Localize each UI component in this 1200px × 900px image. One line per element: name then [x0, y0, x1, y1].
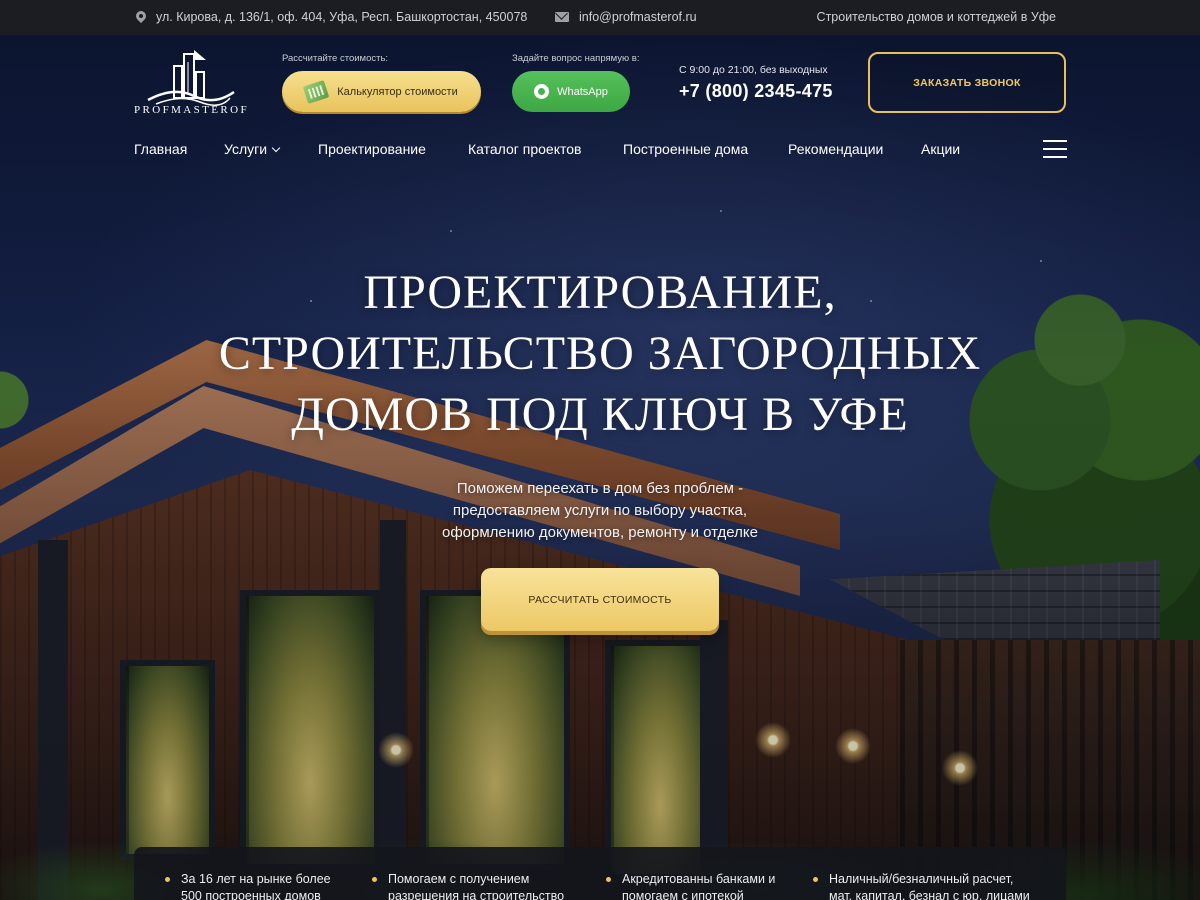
hero-title: ПРОЕКТИРОВАНИЕ, СТРОИТЕЛЬСТВО ЗАГОРОДНЫХ…	[100, 262, 1100, 445]
hero-subtitle: Поможем переехать в дом без проблем - пр…	[350, 478, 850, 544]
bullet-dot-icon	[372, 877, 377, 882]
phone-number[interactable]: +7 (800) 2345-475	[679, 81, 833, 102]
envelope-icon	[555, 12, 569, 22]
calculator-icon	[303, 79, 330, 104]
hamburger-menu-icon[interactable]	[1043, 140, 1067, 159]
location-pin-icon	[136, 11, 146, 24]
whatsapp-icon	[534, 84, 550, 99]
feature-item: Акредитованны банками и помогаем с ипоте…	[606, 871, 775, 900]
hero-title-line: СТРОИТЕЛЬСТВО ЗАГОРОДНЫХ	[218, 327, 982, 380]
hero-title-line: ПРОЕКТИРОВАНИЕ,	[363, 266, 837, 319]
logo[interactable]: PROFMASTEROF	[134, 46, 249, 118]
logo-text: PROFMASTEROF	[134, 104, 249, 116]
nav-item-built-houses[interactable]: Построенные дома	[623, 141, 748, 157]
nav-item-services[interactable]: Услуги	[224, 141, 281, 157]
nav-item-home[interactable]: Главная	[134, 141, 187, 157]
bullet-dot-icon	[813, 877, 818, 882]
order-callback-button[interactable]: ЗАКАЗАТЬ ЗВОНОК	[868, 52, 1066, 113]
nav-item-catalog[interactable]: Каталог проектов	[468, 141, 581, 157]
whatsapp-label: Задайте вопрос напрямую в:	[512, 53, 640, 64]
bullet-dot-icon	[165, 877, 170, 882]
logo-building-icon	[147, 50, 235, 106]
hero-subtitle-line: оформлению документов, ремонту и отделке	[442, 524, 758, 541]
calc-label: Рассчитайте стоимость:	[282, 53, 389, 64]
feature-item: Помогаем с получением разрешения на стро…	[372, 871, 564, 900]
email-link[interactable]: info@profmasterof.ru	[579, 10, 697, 24]
calculator-button-label: Калькулятор стоимости	[337, 85, 458, 98]
calculate-cost-button[interactable]: РАССЧИТАТЬ СТОИМОСТЬ	[481, 568, 719, 631]
address-text: ул. Кирова, д. 136/1, оф. 404, Уфа, Респ…	[156, 10, 528, 24]
working-hours: С 9:00 до 21:00, без выходных	[679, 64, 828, 76]
nav-item-promotions[interactable]: Акции	[921, 141, 960, 157]
hero-title-line: ДОМОВ ПОД КЛЮЧ В УФЕ	[291, 388, 909, 441]
chevron-down-icon	[271, 143, 281, 153]
calculator-button[interactable]: Калькулятор стоимости	[282, 71, 481, 112]
address: ул. Кирова, д. 136/1, оф. 404, Уфа, Респ…	[136, 10, 527, 24]
hero-background-image	[0, 0, 1200, 900]
tagline: Строительство домов и коттеджей в Уфе	[816, 10, 1056, 24]
email[interactable]: info@profmasterof.ru	[555, 10, 697, 24]
bullet-dot-icon	[606, 877, 611, 882]
nav-item-design[interactable]: Проектирование	[318, 141, 426, 157]
top-info-bar: ул. Кирова, д. 136/1, оф. 404, Уфа, Респ…	[0, 0, 1200, 35]
whatsapp-button-label: WhatsApp	[557, 85, 608, 98]
nav-item-services-label: Услуги	[224, 141, 268, 157]
hero-subtitle-line: Поможем переехать в дом без проблем -	[456, 480, 744, 497]
feature-item: Наличный/безналичный расчет, мат. капита…	[813, 871, 1030, 900]
hero-subtitle-line: предоставляем услуги по выбору участка,	[452, 502, 748, 519]
nav-item-recommendations[interactable]: Рекомендации	[788, 141, 883, 157]
features-panel: За 16 лет на рынке более 500 построенных…	[134, 847, 1066, 900]
feature-item: За 16 лет на рынке более 500 построенных…	[165, 871, 331, 900]
whatsapp-button[interactable]: WhatsApp	[512, 71, 630, 112]
